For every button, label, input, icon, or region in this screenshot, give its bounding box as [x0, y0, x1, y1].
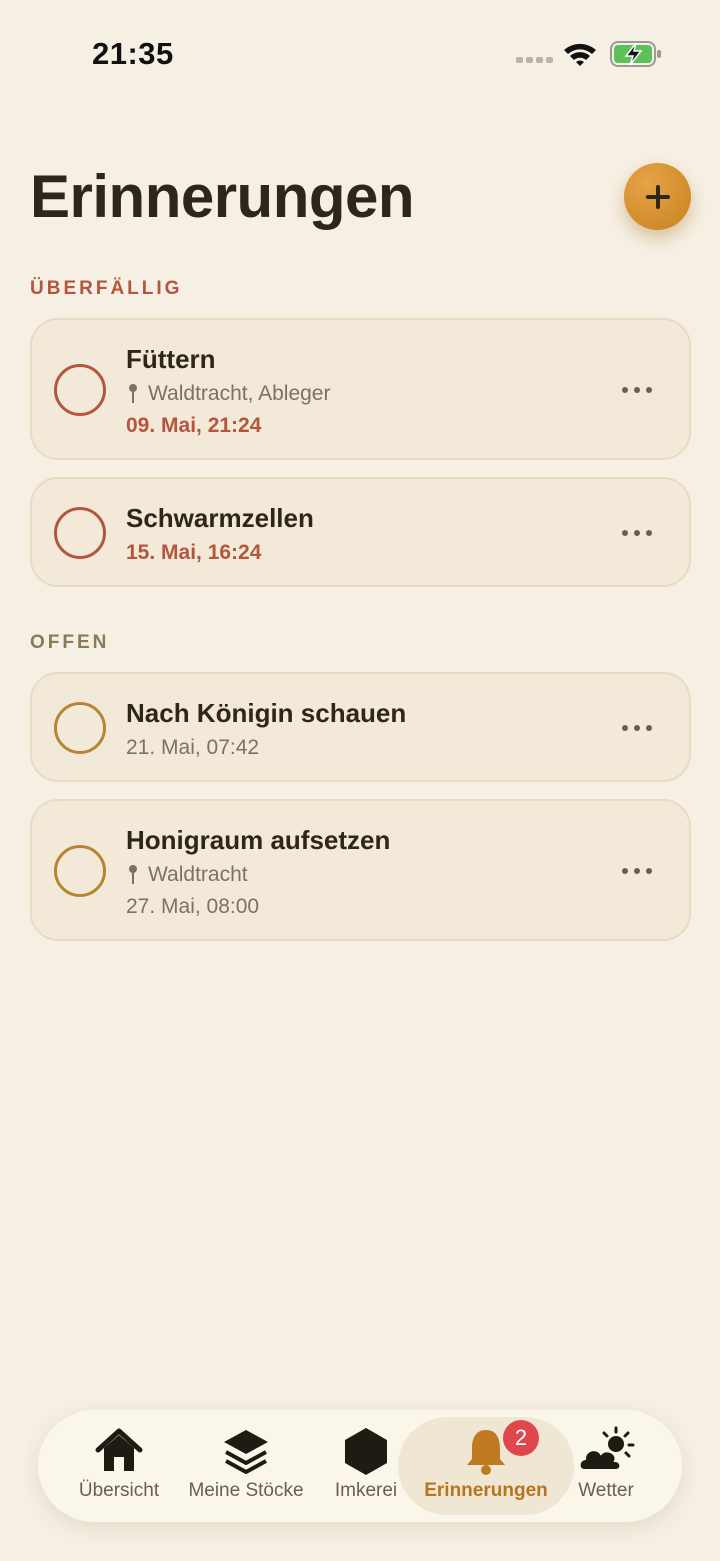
reminder-date: 27. Mai, 08:00 [126, 895, 260, 918]
add-reminder-button[interactable] [624, 163, 691, 230]
cloud-sun-icon [578, 1426, 635, 1471]
reminder-location: Waldtracht [126, 863, 248, 887]
hexagon-icon [345, 1428, 387, 1475]
complete-checkbox[interactable] [54, 845, 106, 897]
cellular-signal-icon [516, 57, 553, 63]
pin-icon [129, 865, 137, 884]
battery-charging-icon [610, 41, 661, 67]
notification-badge: 2 [503, 1420, 539, 1456]
pin-icon [129, 384, 137, 403]
tab-apiary[interactable]: Imkerei [324, 1410, 408, 1522]
tab-label: Imkerei [334, 1480, 398, 1501]
tab-label: Meine Stöcke [188, 1480, 304, 1501]
plus-icon [645, 184, 670, 209]
reminder-card[interactable]: Füttern Waldtracht, Ableger 09. Mai, 21:… [30, 318, 691, 460]
reminder-location: Waldtracht, Ableger [126, 382, 330, 406]
section-header-open: OFFEN [30, 632, 110, 653]
layers-icon [224, 1430, 268, 1474]
complete-checkbox[interactable] [54, 702, 106, 754]
reminder-date: 21. Mai, 07:42 [126, 736, 260, 759]
status-bar: 21:35 [0, 0, 720, 110]
tab-label: Wetter [578, 1480, 634, 1501]
status-time: 21:35 [92, 36, 174, 71]
reminder-card[interactable]: Honigraum aufsetzen Waldtracht 27. Mai, … [30, 799, 691, 941]
page-title: Erinnerungen [30, 163, 415, 230]
complete-checkbox[interactable] [54, 507, 106, 559]
wifi-icon [564, 43, 596, 66]
reminder-date: 15. Mai, 16:24 [126, 541, 262, 564]
more-options-icon[interactable] [622, 868, 652, 876]
tab-overview[interactable]: Übersicht [68, 1410, 170, 1522]
tab-label: Erinnerungen [424, 1480, 548, 1501]
reminder-title: Nach Königin schauen [126, 698, 407, 728]
tab-my-hives[interactable]: Meine Stöcke [182, 1410, 310, 1522]
reminder-card[interactable]: Nach Königin schauen 21. Mai, 07:42 [30, 672, 691, 782]
house-icon [95, 1428, 143, 1471]
more-options-icon[interactable] [622, 725, 652, 733]
section-header-overdue: ÜBERFÄLLIG [30, 278, 183, 299]
reminder-location-text: Waldtracht [148, 863, 248, 886]
tab-label: Übersicht [78, 1480, 160, 1501]
complete-checkbox[interactable] [54, 364, 106, 416]
tab-weather[interactable]: Wetter [568, 1410, 644, 1522]
reminder-title: Honigraum aufsetzen [126, 825, 391, 855]
more-options-icon[interactable] [622, 387, 652, 395]
reminder-card[interactable]: Schwarmzellen 15. Mai, 16:24 [30, 477, 691, 587]
reminder-title: Füttern [126, 344, 216, 374]
reminder-title: Schwarmzellen [126, 503, 314, 533]
tab-bar: Übersicht Meine Stöcke Imkerei Erinnerun… [38, 1410, 682, 1522]
reminder-location-text: Waldtracht, Ableger [148, 382, 331, 405]
more-options-icon[interactable] [622, 530, 652, 538]
reminder-date: 09. Mai, 21:24 [126, 414, 262, 437]
